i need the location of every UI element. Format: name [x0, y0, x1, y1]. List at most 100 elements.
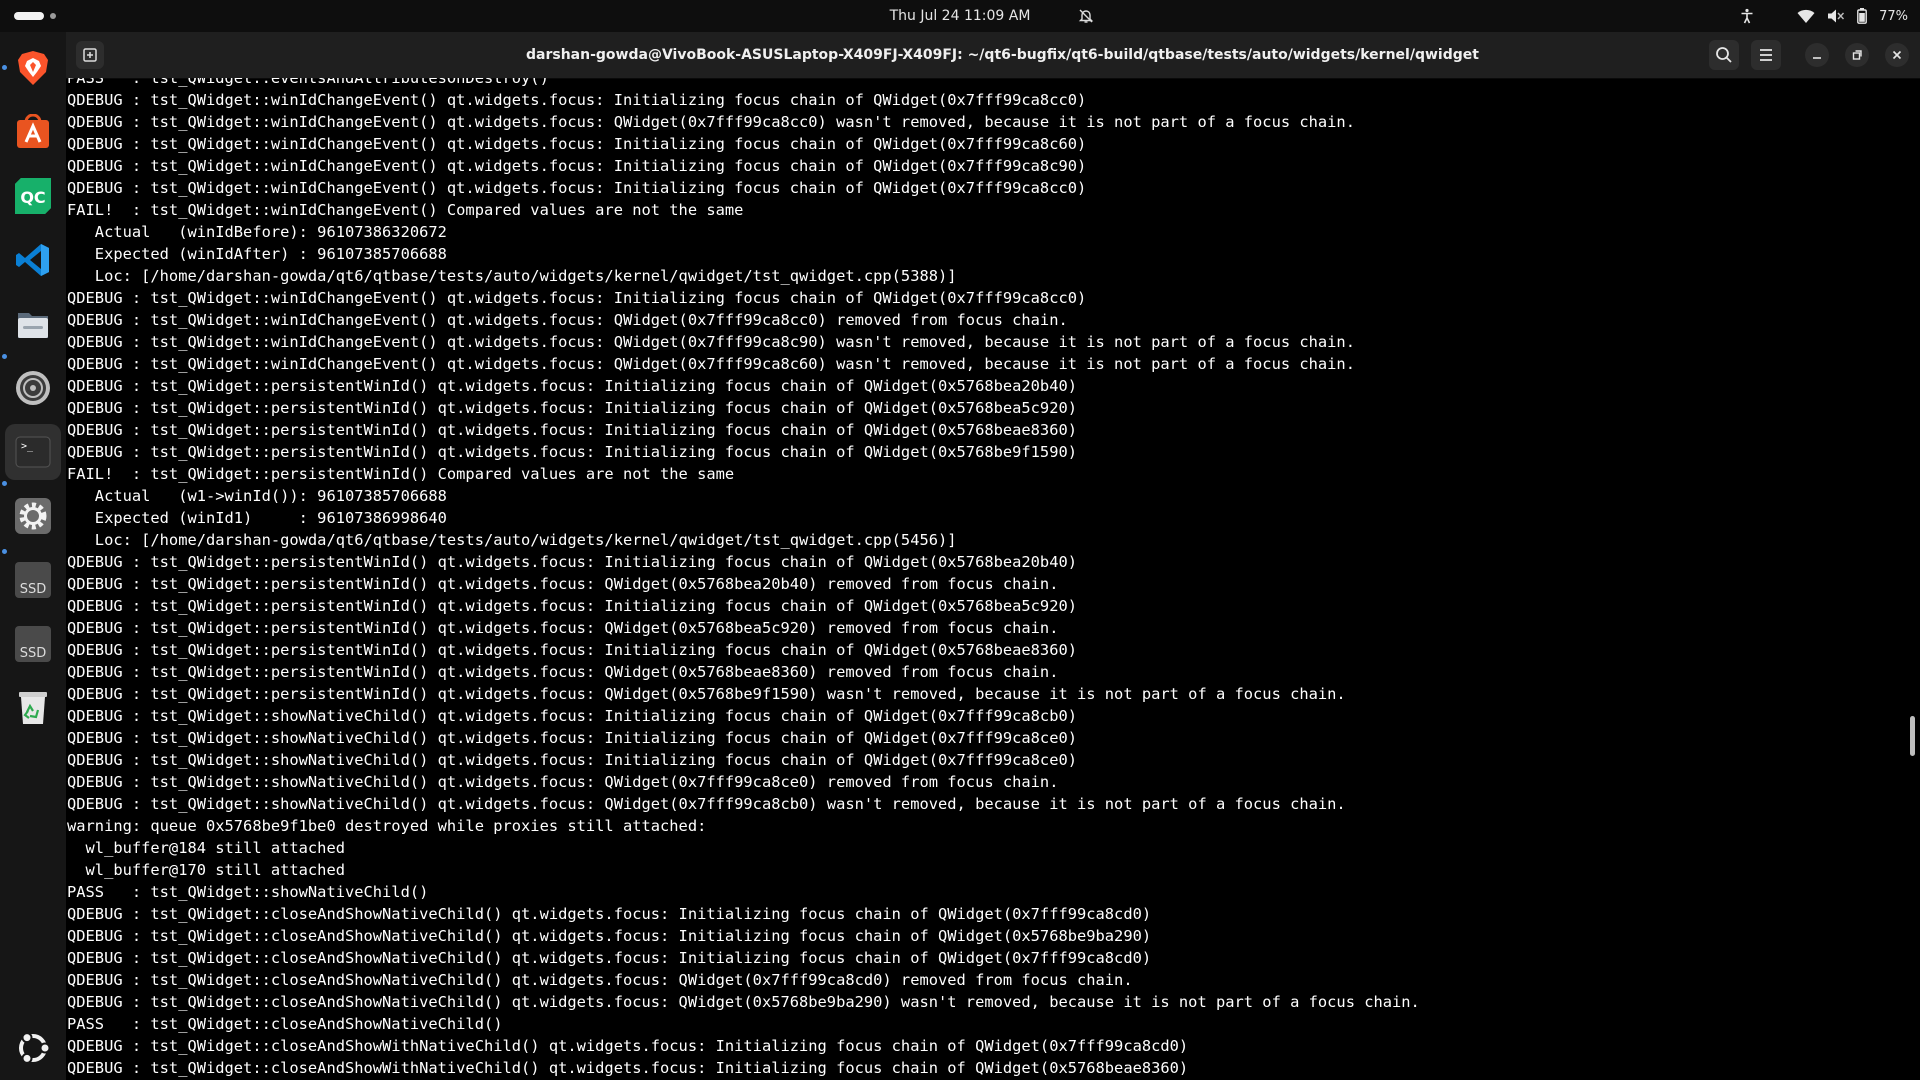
dock-item-ssd-drive-2[interactable]: SSD [5, 616, 61, 672]
terminal-line: Actual (w1->winId()): 96107385706688 [67, 487, 447, 505]
maximize-button[interactable] [1845, 43, 1869, 67]
terminal-line: QDEBUG : tst_QWidget::closeAndShowNative… [67, 905, 1152, 923]
ssd-drive-icon: SSD [15, 626, 51, 662]
terminal-output[interactable]: PASS : tst_QWidget::eventsAndAttributesO… [66, 78, 1906, 1080]
terminal-line: QDEBUG : tst_QWidget::showNativeChild() … [67, 729, 1077, 747]
search-button[interactable] [1709, 40, 1739, 70]
svg-text:>_: >_ [21, 441, 34, 452]
wifi-icon[interactable] [1797, 8, 1815, 24]
dock-item-show-apps[interactable] [5, 1020, 61, 1076]
running-indicator [2, 354, 7, 359]
terminal-line: QDEBUG : tst_QWidget::closeAndShowNative… [67, 949, 1152, 967]
terminal-line: QDEBUG : tst_QWidget::persistentWinId() … [67, 421, 1077, 439]
folder-icon [18, 313, 48, 338]
dock-item-qt-creator[interactable]: QC [5, 168, 61, 224]
terminal-line: QDEBUG : tst_QWidget::closeAndShowNative… [67, 971, 1133, 989]
dock-item-brave-browser[interactable] [5, 40, 61, 96]
search-icon [1716, 47, 1732, 63]
new-tab-icon [83, 48, 97, 62]
ssd-drive-icon: SSD [15, 562, 51, 598]
terminal-line: Expected (winId1) : 96107386998640 [67, 509, 447, 527]
terminal-lines: PASS : tst_QWidget::eventsAndAttributesO… [67, 78, 1420, 1079]
terminal-line: QDEBUG : tst_QWidget::showNativeChild() … [67, 707, 1077, 725]
close-button[interactable] [1885, 43, 1909, 67]
terminal-line: Loc: [/home/darshan-gowda/qt6/qtbase/tes… [67, 531, 957, 549]
terminal-line: QDEBUG : tst_QWidget::winIdChangeEvent()… [67, 289, 1087, 307]
terminal-line: QDEBUG : tst_QWidget::persistentWinId() … [67, 443, 1077, 461]
terminal-line: PASS : tst_QWidget::eventsAndAttributesO… [67, 78, 549, 87]
terminal-line: QDEBUG : tst_QWidget::showNativeChild() … [67, 795, 1346, 813]
dock: QC >_ SSD SSD [0, 32, 66, 1080]
dock-item-ssd-drive-1[interactable]: SSD [5, 552, 61, 608]
ssd-label: SSD [19, 582, 47, 597]
minimize-icon [1813, 57, 1821, 59]
accessibility-icon[interactable] [1739, 8, 1755, 24]
top-bar: Thu Jul 24 11:09 AM 77% [0, 0, 1920, 32]
disk-icon [16, 371, 50, 405]
menu-button[interactable] [1751, 40, 1781, 70]
terminal-line: QDEBUG : tst_QWidget::persistentWinId() … [67, 619, 1059, 637]
dock-item-app-center[interactable] [5, 104, 61, 160]
terminal-line: QDEBUG : tst_QWidget::closeAndShowNative… [67, 993, 1420, 1011]
running-indicator [2, 481, 7, 486]
terminal-line: QDEBUG : tst_QWidget::winIdChangeEvent()… [67, 157, 1087, 175]
window-title: darshan-gowda@VivoBook-ASUSLaptop-X409FJ… [526, 47, 1479, 63]
terminal-line: Loc: [/home/darshan-gowda/qt6/qtbase/tes… [67, 267, 957, 285]
terminal-line: QDEBUG : tst_QWidget::persistentWinId() … [67, 399, 1077, 417]
restore-icon [1852, 50, 1862, 60]
dock-item-trash[interactable] [5, 680, 61, 736]
terminal-line: QDEBUG : tst_QWidget::winIdChangeEvent()… [67, 91, 1087, 109]
terminal-line: wl_buffer@184 still attached [67, 839, 345, 857]
terminal-line: QDEBUG : tst_QWidget::persistentWinId() … [67, 641, 1077, 659]
battery-icon[interactable] [1857, 8, 1867, 24]
brave-browser-icon [18, 51, 48, 85]
close-icon [1892, 50, 1902, 60]
dock-item-disk-utility[interactable] [5, 360, 61, 416]
terminal-line: QDEBUG : tst_QWidget::winIdChangeEvent()… [67, 333, 1355, 351]
clock[interactable]: Thu Jul 24 11:09 AM [0, 0, 1920, 32]
svg-text:QC: QC [20, 188, 45, 207]
dock-item-files[interactable] [5, 296, 61, 352]
terminal-line: QDEBUG : tst_QWidget::winIdChangeEvent()… [67, 311, 1068, 329]
new-tab-button[interactable] [76, 41, 104, 69]
minimize-button[interactable] [1805, 43, 1829, 67]
battery-percentage: 77% [1879, 8, 1908, 24]
dock-item-settings[interactable] [5, 488, 61, 544]
running-indicator [2, 65, 7, 70]
dock-item-visual-studio-code[interactable] [5, 232, 61, 288]
terminal-line: QDEBUG : tst_QWidget::winIdChangeEvent()… [67, 113, 1355, 131]
terminal-line: FAIL! : tst_QWidget::winIdChangeEvent() … [67, 201, 744, 219]
terminal-line: QDEBUG : tst_QWidget::winIdChangeEvent()… [67, 135, 1087, 153]
terminal-line: QDEBUG : tst_QWidget::closeAndShowWithNa… [67, 1059, 1189, 1077]
ubuntu-logo-icon [19, 1032, 51, 1064]
dock-item-terminal[interactable]: >_ [5, 424, 61, 480]
system-tray[interactable]: 77% [1739, 0, 1908, 32]
terminal-line: QDEBUG : tst_QWidget::persistentWinId() … [67, 685, 1346, 703]
terminal-icon: >_ [15, 436, 51, 468]
terminal-line: QDEBUG : tst_QWidget::showNativeChild() … [67, 773, 1059, 791]
terminal-line: wl_buffer@170 still attached [67, 861, 345, 879]
volume-muted-icon[interactable] [1827, 8, 1845, 24]
terminal-line: Actual (winIdBefore): 96107386320672 [67, 223, 447, 241]
terminal-line: PASS : tst_QWidget::closeAndShowNativeCh… [67, 1015, 503, 1033]
app-center-icon [17, 114, 49, 148]
terminal-line: QDEBUG : tst_QWidget::persistentWinId() … [67, 575, 1059, 593]
ssd-label: SSD [19, 646, 47, 661]
hamburger-menu-icon [1760, 49, 1772, 61]
terminal-line: QDEBUG : tst_QWidget::closeAndShowNative… [67, 927, 1152, 945]
terminal-line: Expected (winIdAfter) : 96107385706688 [67, 245, 447, 263]
gear-icon [15, 498, 51, 534]
terminal-line: QDEBUG : tst_QWidget::persistentWinId() … [67, 553, 1077, 571]
terminal-line: QDEBUG : tst_QWidget::winIdChangeEvent()… [67, 355, 1355, 373]
trash-icon [19, 692, 47, 724]
do-not-disturb-icon[interactable] [1078, 8, 1094, 24]
terminal-line: QDEBUG : tst_QWidget::winIdChangeEvent()… [67, 179, 1087, 197]
terminal-line: QDEBUG : tst_QWidget::persistentWinId() … [67, 597, 1077, 615]
terminal-line: warning: queue 0x5768be9f1be0 destroyed … [67, 817, 707, 835]
running-indicator [2, 549, 7, 554]
terminal-line: PASS : tst_QWidget::showNativeChild() [67, 883, 429, 901]
scrollbar-thumb[interactable] [1910, 716, 1915, 756]
vscode-icon [16, 244, 49, 276]
terminal-line: QDEBUG : tst_QWidget::persistentWinId() … [67, 377, 1077, 395]
qt-creator-icon: QC [15, 178, 51, 214]
